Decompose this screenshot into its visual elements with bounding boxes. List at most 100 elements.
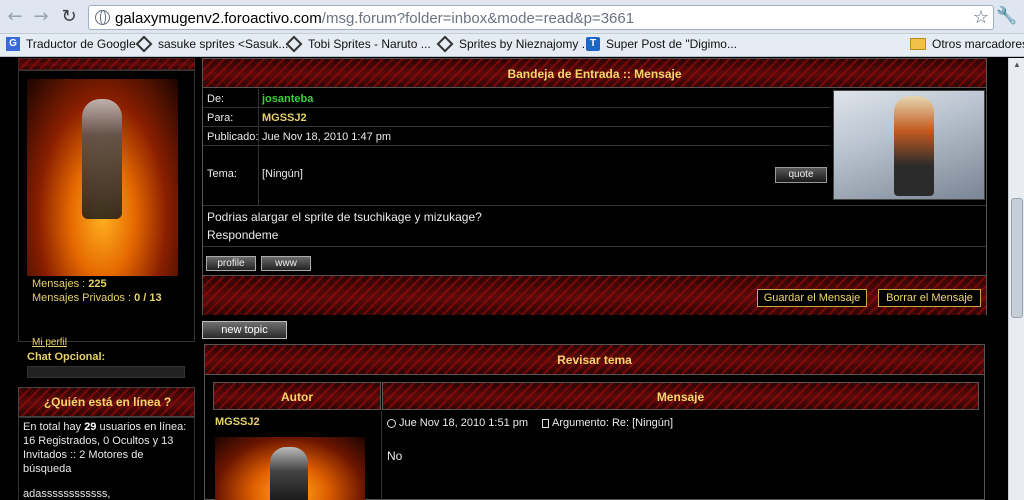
- subject-label: Tema:: [207, 168, 237, 180]
- bookmark-item[interactable]: Tobi Sprites - Naruto ...: [285, 35, 431, 53]
- message-line: Respondeme: [207, 228, 279, 242]
- globe-icon: [95, 10, 110, 25]
- review-title: Revisar tema: [557, 353, 632, 367]
- new-topic-button[interactable]: new topic: [202, 321, 287, 339]
- bookmark-item[interactable]: G Traductor de Google: [6, 37, 136, 51]
- sidebar: Mensajes : 225 Mensajes Privados : 0 / 1…: [18, 58, 195, 500]
- sender-avatar-figure: [894, 96, 934, 196]
- address-bar[interactable]: galaxymugenv2.foroactivo.com/msg.forum?f…: [88, 5, 994, 30]
- other-bookmarks[interactable]: Otros marcadores: [910, 37, 1024, 51]
- message-title: Bandeja de Entrada :: Mensaje: [507, 67, 682, 81]
- message-body: Podrias alargar el sprite de tsuchikage …: [203, 205, 986, 245]
- post-avatar: [215, 437, 365, 500]
- private-label: Mensajes Privados :: [32, 292, 135, 304]
- document-icon: [542, 418, 550, 428]
- author-column-header: Autor: [213, 382, 381, 410]
- post-subject: Argumento: Re: [Ningún]: [552, 417, 674, 429]
- clock-icon: [387, 418, 396, 428]
- diamond-icon: [135, 35, 153, 53]
- message-line: Podrias alargar el sprite de tsuchikage …: [207, 210, 482, 224]
- save-message-button[interactable]: Guardar el Mensaje: [757, 289, 867, 307]
- profile-button[interactable]: profile: [206, 256, 256, 271]
- profile-buttons: profile www: [203, 246, 986, 274]
- private-messages: Mensajes Privados : 0 / 13: [32, 292, 162, 304]
- bookmark-label: Traductor de Google: [26, 37, 136, 51]
- page-content: Mensajes : 225 Mensajes Privados : 0 / 1…: [0, 58, 1008, 500]
- bookmark-label: Tobi Sprites - Naruto ...: [308, 37, 431, 51]
- message-header-label: Mensaje: [656, 390, 705, 404]
- quote-button[interactable]: quote: [775, 167, 827, 183]
- google-translate-icon: G: [6, 37, 20, 51]
- other-bookmarks-label: Otros marcadores: [932, 37, 1024, 51]
- online-count: 29: [84, 421, 97, 433]
- to-value: MGSSJ2: [262, 112, 307, 124]
- avatar-figure: [82, 99, 122, 219]
- message-column-header: Mensaje: [382, 382, 979, 410]
- reload-icon[interactable]: ↻: [58, 6, 80, 28]
- folder-icon: [910, 38, 926, 50]
- message-actions: Guardar el Mensaje Borrar el Mensaje: [203, 275, 986, 315]
- messages-label: Mensajes :: [32, 278, 89, 290]
- posted-label: Publicado:: [207, 131, 259, 143]
- bookmark-star-icon[interactable]: ☆: [973, 7, 989, 28]
- online-summary: En total hay 29 usuarios en línea: 16 Re…: [23, 420, 191, 476]
- post-date: Jue Nov 18, 2010 1:51 pm: [399, 417, 529, 429]
- forward-arrow-icon[interactable]: →: [30, 6, 52, 28]
- online-title: ¿Quién está en línea ?: [43, 395, 172, 409]
- message-panel: Bandeja de Entrada :: Mensaje De: josant…: [202, 58, 987, 315]
- review-header: Revisar tema: [205, 345, 984, 375]
- taringa-icon: T: [586, 37, 600, 51]
- posted-value: Jue Nov 18, 2010 1:47 pm: [262, 131, 392, 143]
- posted-row: Publicado: Jue Nov 18, 2010 1:47 pm: [203, 127, 830, 146]
- online-header: ¿Quién está en línea ?: [18, 387, 195, 417]
- www-button[interactable]: www: [261, 256, 311, 271]
- main-content: Bandeja de Entrada :: Mensaje De: josant…: [202, 58, 987, 500]
- scroll-up-icon[interactable]: ▲: [1012, 60, 1022, 70]
- diamond-icon: [436, 35, 454, 53]
- from-value[interactable]: josanteba: [262, 93, 313, 105]
- message-header: Bandeja de Entrada :: Mensaje: [203, 59, 986, 88]
- browser-toolbar: ← → ↻ galaxymugenv2.foroactivo.com/msg.f…: [0, 0, 1024, 34]
- scrollbar-thumb[interactable]: [1011, 198, 1023, 318]
- messages-value: 225: [88, 278, 107, 290]
- messages-count: Mensajes : 225: [32, 278, 107, 290]
- column-divider: [381, 411, 382, 500]
- bookmarks-bar: G Traductor de Google sasuke sprites <Sas…: [0, 34, 1024, 57]
- page-scrollbar[interactable]: ▲: [1008, 58, 1024, 500]
- online-prefix: En total hay: [23, 421, 85, 433]
- label-divider: [258, 89, 259, 205]
- url-text[interactable]: galaxymugenv2.foroactivo.com/msg.forum?f…: [115, 10, 634, 27]
- post-body: No: [387, 449, 403, 463]
- bookmark-item[interactable]: sasuke sprites <Sasuk...: [135, 35, 289, 53]
- to-label: Para:: [207, 112, 234, 124]
- my-profile-link[interactable]: Mi perfil: [32, 337, 67, 348]
- subject-value: [Ningún]: [262, 168, 303, 180]
- profile-box: Mensajes : 225 Mensajes Privados : 0 / 1…: [18, 70, 195, 348]
- subject-row: Tema: [Ningún]: [203, 146, 830, 205]
- bookmark-label: Super Post de "Digimo...: [606, 37, 737, 51]
- from-row: De: josanteba: [203, 89, 830, 108]
- bookmark-label: Sprites by Nieznajomy ...: [459, 37, 592, 51]
- avatar: [27, 79, 178, 276]
- online-users-list[interactable]: adassssssssssss,: [23, 488, 110, 500]
- bookmark-label: sasuke sprites <Sasuk...: [158, 37, 289, 51]
- chat-box[interactable]: [27, 366, 185, 378]
- online-body: En total hay 29 usuarios en línea: 16 Re…: [18, 417, 195, 500]
- author-header-label: Autor: [281, 390, 313, 404]
- post-meta: Jue Nov 18, 2010 1:51 pm Argumento: Re: …: [387, 417, 673, 429]
- to-row: Para: MGSSJ2: [203, 108, 830, 127]
- back-arrow-icon[interactable]: ←: [4, 6, 26, 28]
- diamond-icon: [285, 35, 303, 53]
- wrench-menu-icon[interactable]: 🔧: [996, 6, 1017, 26]
- from-label: De:: [207, 93, 225, 105]
- bookmark-item[interactable]: Sprites by Nieznajomy ...: [436, 35, 592, 53]
- post-avatar-figure: [270, 447, 308, 500]
- sender-avatar: [833, 90, 985, 200]
- review-topic: Revisar tema Autor Mensaje MGSSJ2 Jue No…: [204, 344, 985, 500]
- chat-label: Chat Opcional:: [27, 351, 106, 363]
- bookmark-item[interactable]: T Super Post de "Digimo...: [586, 37, 737, 51]
- url-path: /msg.forum?folder=inbox&mode=read&p=3661: [321, 10, 635, 27]
- delete-message-button[interactable]: Borrar el Mensaje: [878, 289, 981, 307]
- sidebar-header: [18, 58, 195, 70]
- post-author[interactable]: MGSSJ2: [215, 416, 260, 428]
